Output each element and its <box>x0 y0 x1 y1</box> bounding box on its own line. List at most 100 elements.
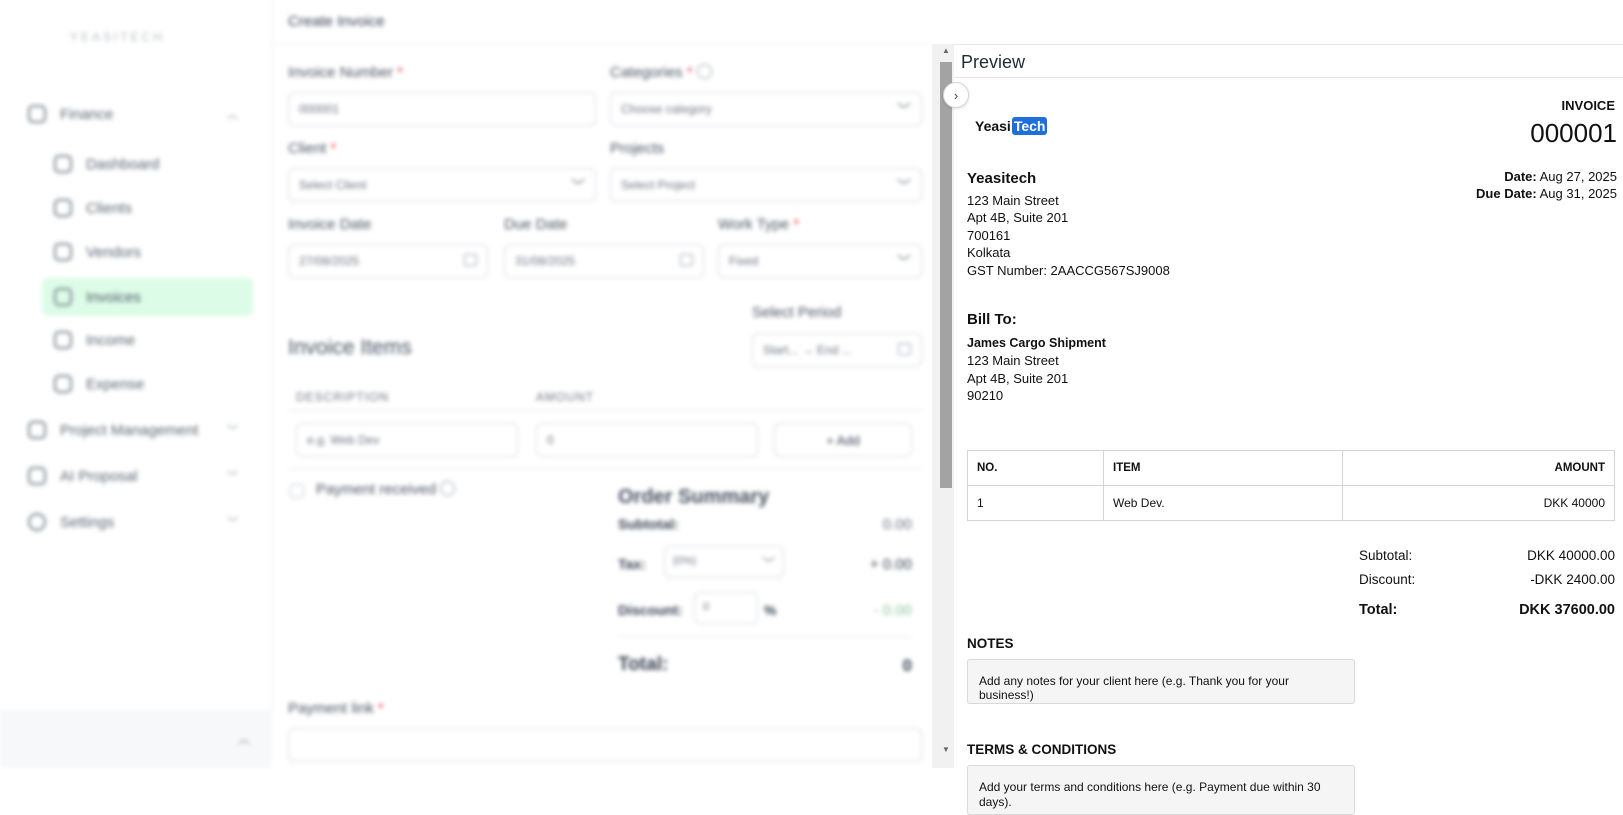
payment-received-checkbox[interactable] <box>290 484 304 498</box>
amount-column-header: AMOUNT <box>536 390 594 404</box>
description-input[interactable]: e.g. Web Dev <box>296 423 518 457</box>
discount-value: - 0.00 <box>873 602 912 619</box>
invoice-number-label: Invoice Number * <box>288 64 404 81</box>
due-date-field[interactable]: 31/08/2025 <box>504 244 704 278</box>
invoice-date-label: Invoice Date <box>288 216 372 233</box>
sidebar-item-label: Project Management <box>60 421 199 439</box>
invoice-items-table: NO. ITEM AMOUNT 1 Web Dev. DKK 40000 <box>967 450 1615 521</box>
projects-label: Projects <box>610 140 665 157</box>
order-summary-title: Order Summary <box>618 486 770 508</box>
total-label: Total: <box>618 654 669 675</box>
invoice-date-field[interactable]: 27/08/2025 <box>288 244 488 278</box>
chevron-down-icon: ﹀ <box>761 556 775 571</box>
sidebar-item-income[interactable]: Income <box>54 322 250 358</box>
subtotal-value: 0.00 <box>882 516 912 533</box>
sidebar-item-vendors[interactable]: Vendors <box>54 234 250 270</box>
collapse-preview-button[interactable]: › <box>943 82 969 108</box>
chevron-down-icon: ﹀ <box>897 178 911 194</box>
dashboard-icon <box>54 155 72 173</box>
calendar-icon <box>898 343 911 355</box>
sidebar-item-clients[interactable]: Clients <box>54 190 250 226</box>
preview-title: Preview <box>961 52 1026 72</box>
terms-heading: TERMS & CONDITIONS <box>967 742 1117 757</box>
sidebar-item-settings[interactable]: Settings ﹀ <box>28 504 238 540</box>
preview-header: Preview <box>954 44 1623 78</box>
sidebar-item-invoices[interactable]: Invoices <box>42 278 253 316</box>
notes-box: Add any notes for your client here (e.g.… <box>967 659 1355 704</box>
invoice-number-field[interactable]: 000001 <box>288 92 596 126</box>
sidebar-item-label: AI Proposal <box>60 467 138 485</box>
client-select[interactable]: Select Client ﹀ <box>288 168 596 202</box>
invoice-number: 000001 <box>1530 118 1617 148</box>
sidebar-item-finance[interactable]: Finance ︿ <box>28 96 238 132</box>
table-row: 1 Web Dev. DKK 40000 <box>967 485 1615 521</box>
chevron-up-icon: ︿ <box>237 732 250 746</box>
table-cell: 1 <box>967 485 1104 521</box>
divider <box>288 410 922 411</box>
page-header: Create Invoice <box>272 0 932 44</box>
user-icon <box>28 105 46 123</box>
sidebar-item-expense[interactable]: Expense <box>54 366 250 402</box>
total-value: 0 <box>902 656 912 675</box>
categories-select[interactable]: Choose category ﹀ <box>610 92 922 126</box>
tax-label: Tax: <box>618 556 646 572</box>
categories-label: Categories * <box>610 64 712 81</box>
work-type-label: Work Type * <box>718 216 800 233</box>
gear-icon <box>28 513 46 531</box>
sidebar-item-label: Vendors <box>86 243 142 261</box>
description-column-header: DESCRIPTION <box>296 390 390 404</box>
table-header-row: NO. ITEM AMOUNT <box>967 450 1615 486</box>
user-profile-bar[interactable]: ︿ <box>0 710 272 768</box>
sidebar-item-label: Dashboard <box>86 155 160 173</box>
chevron-right-icon: › <box>953 87 959 103</box>
table-header: ITEM <box>1103 450 1343 486</box>
invoice-items-title: Invoice Items <box>288 336 412 359</box>
sidebar-item-label: Expense <box>86 375 145 393</box>
building-icon <box>28 421 46 439</box>
add-item-button[interactable]: + Add <box>774 423 912 457</box>
terms-box: Add your terms and conditions here (e.g.… <box>967 765 1355 815</box>
payment-link-input[interactable] <box>288 728 922 762</box>
info-icon <box>440 481 456 496</box>
notes-heading: NOTES <box>967 636 1014 651</box>
sidebar-item-dashboard[interactable]: Dashboard <box>54 146 250 182</box>
divider <box>618 636 912 637</box>
discount-unit: % <box>764 602 777 618</box>
sidebar-item-label: Settings <box>60 513 115 531</box>
invoice-dates: Date: Aug 27, 2025 Due Date: Aug 31, 202… <box>1476 169 1617 201</box>
tax-select[interactable]: (0%) ﹀ <box>664 546 784 578</box>
period-range-picker[interactable]: Start... → End ... <box>752 333 922 367</box>
chevron-down-icon: ﹀ <box>227 425 238 437</box>
table-cell: Web Dev. <box>1103 485 1343 521</box>
invoice-title: INVOICE <box>1561 98 1615 113</box>
amount-input[interactable]: 0 <box>536 423 758 457</box>
sidebar: YEASITECH Finance ︿ Dashboard Clients Ve… <box>0 0 272 768</box>
code-icon <box>28 467 46 485</box>
chevron-down-icon: ﹀ <box>571 178 585 194</box>
scroll-up-arrow-icon[interactable]: ▲ <box>940 46 952 55</box>
bill-to-address: Bill To: James Cargo Shipment 123 Main S… <box>967 311 1106 403</box>
chevron-down-icon: ﹀ <box>227 471 238 483</box>
sender-name: Yeasitech <box>967 170 1037 187</box>
projects-select[interactable]: Select Project ﹀ <box>610 168 922 202</box>
sidebar-item-label: Income <box>86 331 136 349</box>
gst-number: GST Number: 2AACCG567SJ9008 <box>967 262 1170 278</box>
table-header: AMOUNT <box>1342 450 1615 486</box>
discount-input[interactable]: 0 <box>694 592 758 624</box>
create-invoice-form: Create Invoice Invoice Number * 000001 C… <box>272 0 932 768</box>
sidebar-item-label: Finance <box>60 105 114 123</box>
table-header: NO. <box>967 450 1104 486</box>
subtotal-label: Subtotal: <box>618 516 679 532</box>
sidebar-item-ai-proposal[interactable]: AI Proposal ﹀ <box>28 458 238 494</box>
bill-to-heading: Bill To: <box>967 311 1017 328</box>
scroll-down-arrow-icon[interactable]: ▼ <box>940 745 952 754</box>
grid-icon <box>54 375 72 393</box>
preview-scrollbar[interactable]: ▲ ▼ <box>932 44 954 768</box>
sidebar-item-project-management[interactable]: Project Management ﹀ <box>28 412 238 448</box>
sender-address: Yeasitech 123 Main Street Apt 4B, Suite … <box>967 170 1170 278</box>
scrollbar-thumb[interactable] <box>940 62 952 488</box>
sidebar-item-label: Invoices <box>86 288 142 306</box>
payment-link-label: Payment link * <box>288 700 384 717</box>
work-type-select[interactable]: Fixed ﹀ <box>718 244 922 278</box>
select-period-label: Select Period <box>752 304 842 321</box>
